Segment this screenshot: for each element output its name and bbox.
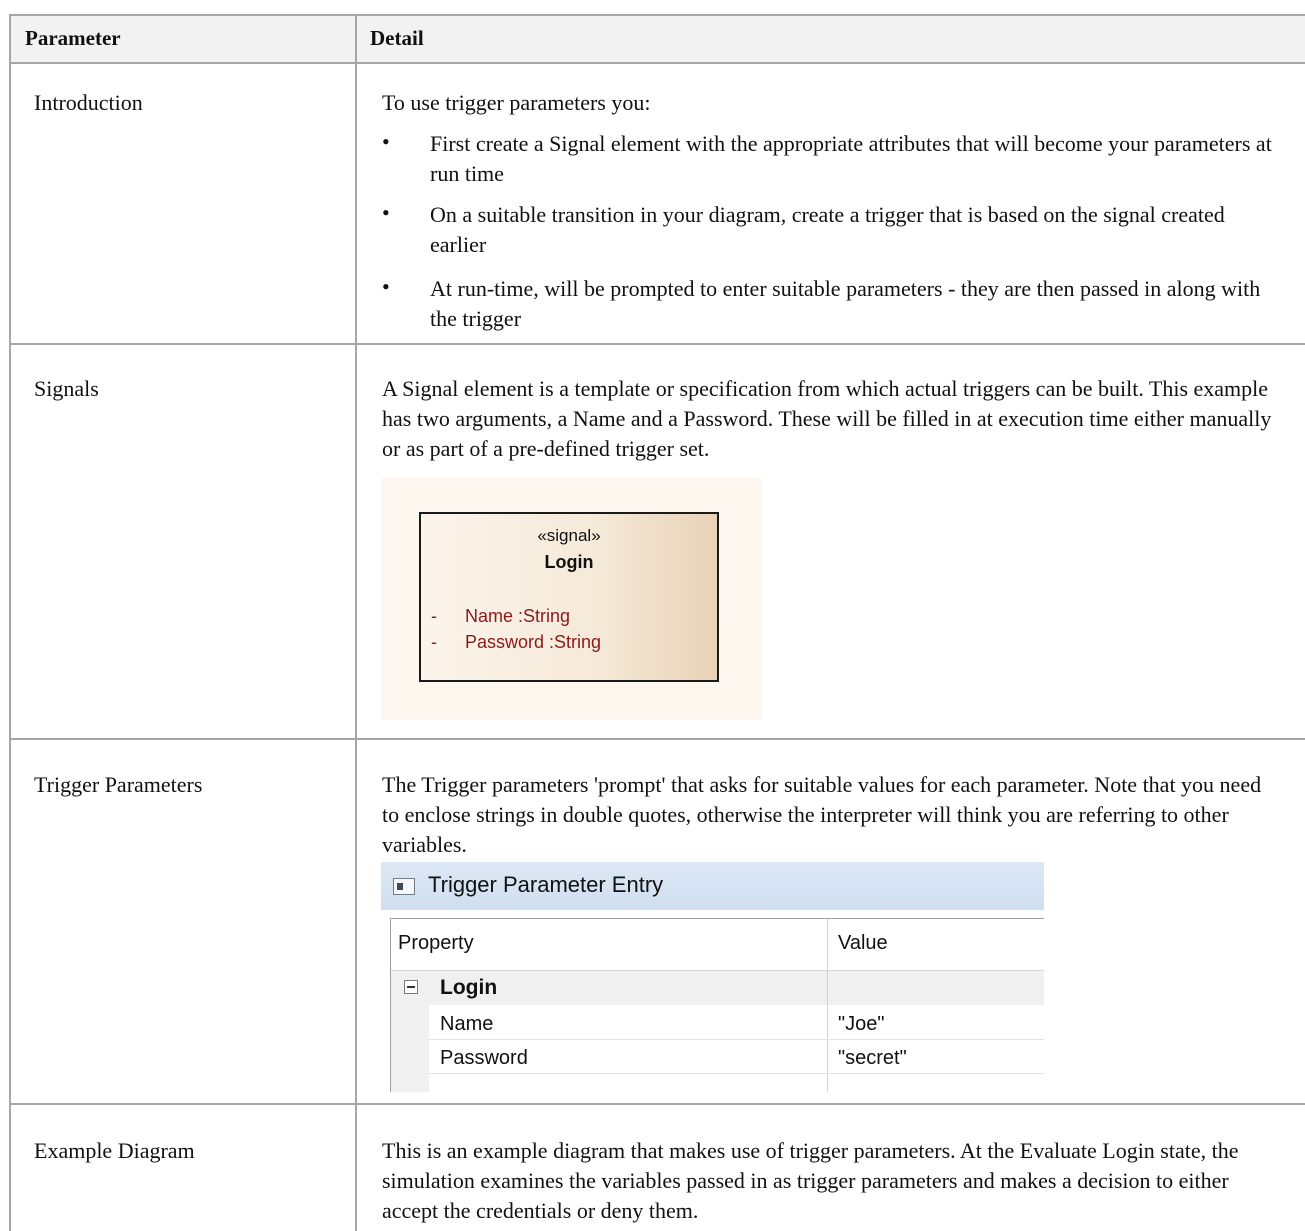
dialog-title: Trigger Parameter Entry	[428, 872, 664, 897]
attribute-text: Password :String	[465, 632, 602, 652]
bullet-icon: •	[382, 129, 390, 154]
property-grid[interactable]: Property Value Login Name "Joe" Password…	[390, 918, 1044, 1092]
attribute-text: Name :String	[465, 606, 571, 626]
signal-name: Login	[544, 552, 594, 572]
signal-attribute: - Password :String	[431, 632, 601, 653]
header-parameter: Parameter	[25, 26, 121, 50]
column-separator[interactable]	[827, 919, 828, 1092]
signal-attribute: - Name :String	[431, 606, 570, 627]
grid-gutter	[391, 1005, 429, 1092]
column-header-value[interactable]: Value	[838, 932, 888, 955]
introduction-text: To use trigger parameters you:	[382, 90, 651, 115]
column-divider	[355, 14, 357, 1231]
attribute-visibility: -	[431, 632, 437, 652]
list-item: On a suitable transition in your diagram…	[430, 202, 1225, 257]
property-value[interactable]: "Joe"	[838, 1013, 884, 1036]
property-value[interactable]: "secret"	[838, 1047, 907, 1070]
row-divider	[9, 343, 1305, 345]
property-name[interactable]: Name	[440, 1013, 493, 1036]
header-detail: Detail	[370, 26, 424, 50]
signal-stereotype: «signal»	[537, 526, 601, 545]
bullet-icon: •	[382, 200, 390, 225]
group-label: Login	[440, 976, 498, 999]
row-divider	[429, 1039, 1044, 1040]
row-divider	[9, 1103, 1305, 1105]
signals-text: A Signal element is a template or specif…	[382, 376, 1272, 461]
row-divider	[9, 738, 1305, 740]
collapse-icon[interactable]	[404, 980, 418, 994]
column-header-property[interactable]: Property	[398, 932, 474, 955]
window-icon	[393, 878, 415, 895]
header-divider	[9, 62, 1305, 64]
trigger-parameters-text: The Trigger parameters 'prompt' that ask…	[382, 772, 1262, 857]
trigger-parameter-dialog: Trigger Parameter Entry Property Value L…	[381, 862, 1044, 1092]
dialog-title-bar: Trigger Parameter Entry	[381, 862, 1044, 910]
table-header	[11, 16, 1305, 62]
attribute-visibility: -	[431, 606, 437, 626]
example-diagram-text: This is an example diagram that makes us…	[382, 1138, 1239, 1223]
grid-header: Property Value	[391, 919, 1044, 971]
row-signals-parameter: Signals	[34, 376, 99, 401]
row-divider	[429, 1073, 1044, 1074]
row-example-diagram-parameter: Example Diagram	[34, 1138, 195, 1163]
property-name[interactable]: Password	[440, 1047, 528, 1070]
signal-element-figure: «signal» Login - Name :String - Password :…	[381, 478, 762, 720]
row-trigger-parameters-parameter: Trigger Parameters	[34, 772, 203, 797]
signal-element-box: «signal» Login - Name :String - Password :…	[419, 512, 719, 682]
row-introduction-parameter: Introduction	[34, 90, 143, 115]
list-item: First create a Signal element with the a…	[430, 131, 1272, 186]
list-item: At run-time, will be prompted to enter s…	[430, 276, 1261, 331]
bullet-icon: •	[382, 274, 390, 299]
